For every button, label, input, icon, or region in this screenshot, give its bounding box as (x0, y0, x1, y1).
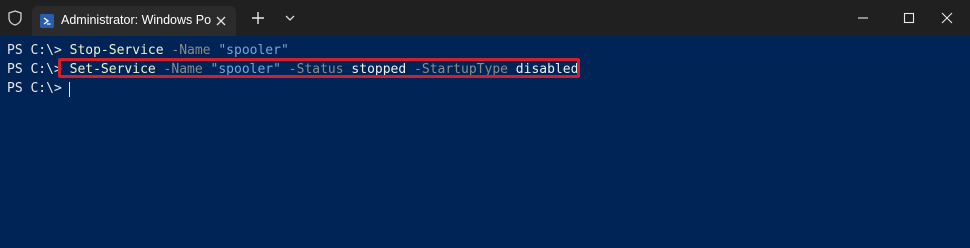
maximize-icon (903, 12, 915, 24)
parameter: -Name (171, 43, 211, 58)
highlight-box (58, 58, 580, 78)
command: Stop-Service (69, 43, 164, 58)
chevron-down-icon (285, 15, 295, 21)
prompt: PS C:\> (7, 62, 62, 77)
prompt: PS C:\> (7, 81, 62, 96)
terminal-output[interactable]: PS C:\> Stop-Service -Name "spooler" PS … (0, 36, 970, 248)
text-cursor (69, 82, 70, 97)
string-value: "spooler" (218, 43, 289, 58)
new-tab-button[interactable] (248, 8, 268, 28)
terminal-window: Administrator: Windows Powe PS C:\> Stop… (0, 0, 970, 248)
title-bar: Administrator: Windows Powe (0, 0, 970, 36)
tab-dropdown-button[interactable] (280, 8, 300, 28)
minimize-button[interactable] (840, 0, 886, 36)
window-close-button[interactable] (924, 0, 970, 36)
powershell-icon (40, 14, 54, 28)
shield-icon (6, 9, 24, 27)
plus-icon (252, 12, 264, 24)
close-icon (941, 12, 953, 24)
tab-title: Administrator: Windows Powe (61, 13, 211, 27)
close-icon[interactable] (214, 14, 228, 28)
minimize-icon (858, 17, 868, 19)
terminal-line: PS C:\> (7, 80, 62, 98)
prompt: PS C:\> (7, 43, 62, 58)
tab-powershell[interactable]: Administrator: Windows Powe (32, 6, 236, 36)
